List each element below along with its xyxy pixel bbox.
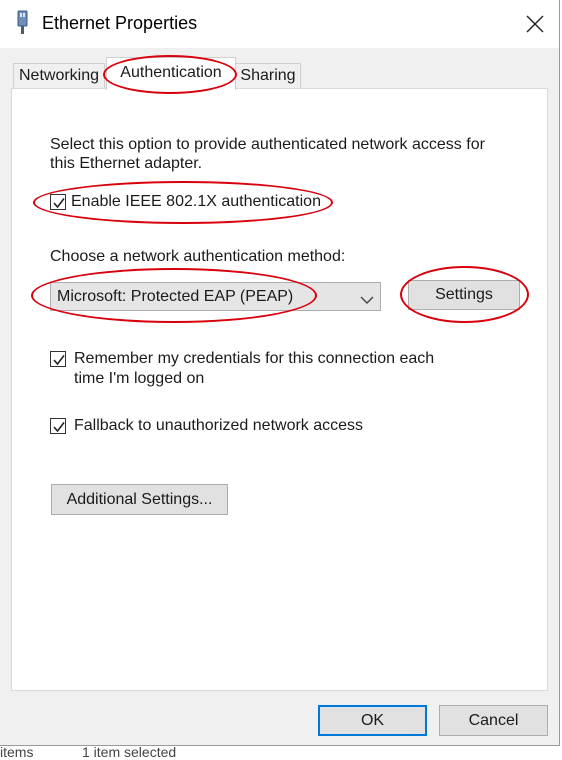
ethernet-properties-dialog: Ethernet Properties Networking Authentic… [0,0,560,746]
ok-button[interactable]: OK [318,705,427,736]
enable-8021x-label[interactable]: Enable IEEE 802.1X authentication [71,193,321,211]
authentication-panel [11,88,548,691]
description-line-1: Select this option to provide authentica… [50,136,485,153]
checkmark-icon [53,422,65,433]
fallback-label[interactable]: Fallback to unauthorized network access [74,417,363,435]
tab-networking-label: Networking [18,67,100,84]
tab-authentication-label: Authentication [120,64,222,81]
description-line-2: this Ethernet adapter. [50,155,203,172]
ok-button-label: OK [360,712,385,729]
cancel-button[interactable]: Cancel [439,705,548,736]
method-label: Choose a network authentication method: [50,248,346,265]
settings-button[interactable]: Settings [408,280,520,310]
tab-authentication[interactable]: Authentication [106,57,236,90]
additional-settings-button[interactable]: Additional Settings... [51,484,228,515]
cancel-button-label: Cancel [468,712,519,729]
authentication-method-select[interactable]: Microsoft: Protected EAP (PEAP) [50,282,381,311]
tab-networking[interactable]: Networking [13,63,105,88]
enable-8021x-checkbox[interactable] [50,194,66,210]
fallback-checkbox[interactable] [50,418,66,434]
checkmark-icon [53,198,65,209]
title-bar[interactable]: Ethernet Properties [0,0,559,48]
remember-credentials-label-line-1[interactable]: Remember my credentials for this connect… [74,350,434,368]
close-icon [526,15,544,33]
authentication-method-value: Microsoft: Protected EAP (PEAP) [57,288,294,305]
remember-credentials-label-line-2[interactable]: time I'm logged on [74,370,204,388]
checkmark-icon [53,355,65,366]
settings-button-label: Settings [435,286,493,303]
chevron-down-icon [360,292,374,310]
additional-settings-button-label: Additional Settings... [66,491,213,508]
network-adapter-icon [12,10,34,36]
window-title: Ethernet Properties [42,13,198,33]
tab-sharing[interactable]: Sharing [235,63,301,88]
remember-credentials-checkbox[interactable] [50,351,66,367]
close-button[interactable] [514,8,554,40]
tab-sharing-label: Sharing [240,67,296,84]
